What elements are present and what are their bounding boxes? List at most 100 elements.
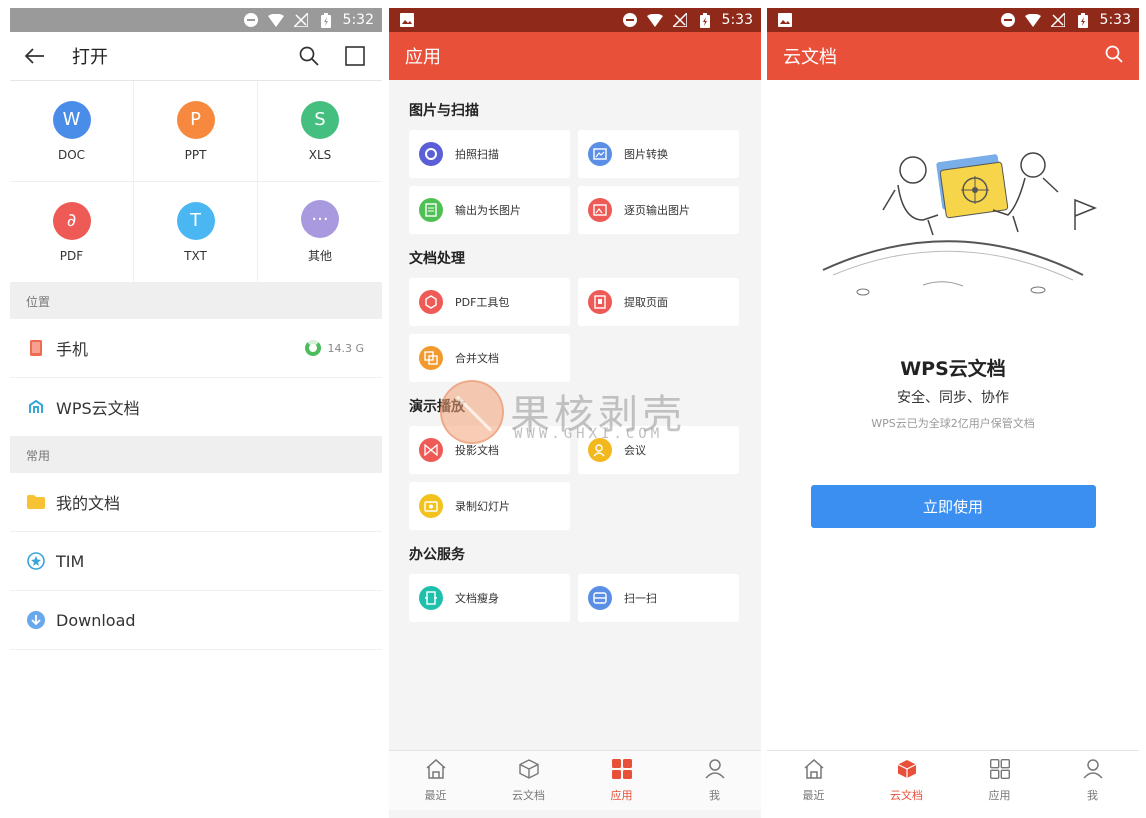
- nav-label: 云文档: [890, 788, 923, 802]
- app-extract-pages[interactable]: 提取页面: [578, 278, 739, 326]
- clock: 5:32: [342, 12, 374, 28]
- app-image-convert[interactable]: 图片转换: [578, 130, 739, 178]
- image-convert-icon: [588, 142, 612, 166]
- category-title: 文档处理: [409, 251, 465, 267]
- nav-label: 最近: [424, 788, 447, 802]
- app-label: PDF工具包: [455, 296, 510, 309]
- page-title: 打开: [72, 47, 108, 68]
- nav-label: 应用: [610, 788, 633, 802]
- nav-recent[interactable]: 最近: [767, 751, 860, 810]
- home-icon: [425, 758, 447, 783]
- app-scan-qr[interactable]: 扫一扫: [578, 574, 739, 622]
- app-label: 录制幻灯片: [455, 500, 510, 513]
- app-record-slides[interactable]: 录制幻灯片: [409, 482, 570, 530]
- app-project-doc[interactable]: 投影文档: [409, 426, 570, 474]
- app-export-page-images[interactable]: 逐页输出图片: [578, 186, 739, 234]
- file-type-label: TXT: [184, 248, 207, 263]
- search-icon[interactable]: [1105, 45, 1123, 68]
- app-bar: 云文档: [767, 32, 1139, 80]
- dnd-icon: [622, 12, 638, 28]
- common-label: 我的文档: [56, 494, 121, 513]
- common-label: TIM: [56, 551, 85, 571]
- meeting-icon: [588, 438, 612, 462]
- app-label: 投影文档: [455, 444, 499, 457]
- file-type-label: DOC: [57, 147, 86, 162]
- common-label: Download: [56, 610, 136, 630]
- category-image-scan: 图片与扫描 拍照扫描 图片转换 输出为长图片 逐页输出图片: [409, 80, 741, 234]
- merge-docs-icon: [419, 346, 443, 370]
- pdf-icon: ∂: [52, 201, 91, 240]
- image-notification-icon: [399, 12, 415, 28]
- category-title: 演示播放: [409, 399, 465, 415]
- clock: 5:33: [721, 12, 753, 28]
- clock: 5:33: [1099, 12, 1131, 28]
- app-label: 合并文档: [455, 352, 499, 365]
- start-using-button[interactable]: 立即使用: [810, 485, 1096, 528]
- image-notification-icon: [777, 12, 793, 28]
- status-bar: 5:32: [10, 8, 382, 32]
- phone-icon: [26, 338, 46, 358]
- battery-icon: [1075, 12, 1091, 28]
- file-type-doc[interactable]: W DOC: [10, 81, 134, 182]
- file-type-label: PPT: [184, 147, 207, 162]
- bottom-nav: 最近 云文档 应用 我: [767, 750, 1139, 810]
- nav-cloud-docs[interactable]: 云文档: [482, 751, 575, 810]
- nav-cloud-docs[interactable]: 云文档: [860, 751, 953, 810]
- app-label: 拍照扫描: [455, 148, 499, 161]
- app-export-long-image[interactable]: 输出为长图片: [409, 186, 570, 234]
- section-header-location: 位置: [10, 283, 382, 319]
- nav-apps[interactable]: 应用: [953, 751, 1046, 810]
- search-icon[interactable]: [298, 45, 320, 67]
- app-photo-scan[interactable]: 拍照扫描: [409, 130, 570, 178]
- file-type-label: PDF: [59, 248, 84, 263]
- file-type-grid: W DOC P PPT S XLS ∂ PDF T TXT ··· 其他: [10, 81, 382, 283]
- app-doc-slim[interactable]: 文档瘦身: [409, 574, 570, 622]
- txt-icon: T: [176, 201, 215, 240]
- cube-icon: [897, 759, 917, 783]
- apps-screen: 5:33 应用 图片与扫描 拍照扫描 图片转换 输出为长图片 逐页输出图片 文档…: [389, 8, 761, 818]
- person-icon: [1082, 758, 1103, 783]
- wifi-icon: [267, 12, 284, 28]
- file-type-ppt[interactable]: P PPT: [134, 81, 258, 182]
- nav-recent[interactable]: 最近: [389, 751, 482, 810]
- common-tim[interactable]: TIM: [10, 532, 382, 591]
- location-phone[interactable]: 手机 14.3 G: [10, 319, 382, 378]
- location-label: 手机: [56, 340, 89, 359]
- file-type-label: XLS: [308, 147, 332, 162]
- back-arrow-icon[interactable]: [24, 45, 46, 67]
- common-download[interactable]: Download: [10, 591, 382, 650]
- file-type-pdf[interactable]: ∂ PDF: [10, 182, 134, 283]
- file-type-other[interactable]: ··· 其他: [258, 182, 382, 283]
- pdf-toolkit-icon: [419, 290, 443, 314]
- nav-me[interactable]: 我: [668, 751, 761, 810]
- category-doc-processing: 文档处理 PDF工具包 提取页面 合并文档: [409, 234, 741, 382]
- app-label: 逐页输出图片: [624, 204, 690, 217]
- nav-label: 最近: [802, 788, 825, 802]
- person-icon: [704, 758, 725, 783]
- app-pdf-toolkit[interactable]: PDF工具包: [409, 278, 570, 326]
- doc-icon: W: [52, 100, 91, 139]
- long-image-icon: [419, 198, 443, 222]
- cloud-description: WPS云已为全球2亿用户保管文档: [871, 417, 1035, 430]
- select-mode-icon[interactable]: [344, 45, 366, 67]
- cloud-subtitle: 安全、同步、协作: [897, 390, 1009, 406]
- signal-icon: [293, 12, 309, 28]
- toolbar: 打开: [10, 32, 382, 81]
- storage-ring-icon: [305, 340, 322, 356]
- tim-icon: [26, 551, 46, 571]
- status-bar: 5:33: [767, 8, 1139, 32]
- common-my-documents[interactable]: 我的文档: [10, 473, 382, 532]
- app-label: 会议: [624, 444, 646, 457]
- home-icon: [803, 758, 825, 783]
- app-merge-docs[interactable]: 合并文档: [409, 334, 570, 382]
- cloud-docs-screen: 5:33 云文档 WPS云文档 安全、同步、协作 WPS云已为全球2亿用户保管文…: [767, 8, 1139, 818]
- cube-icon: [518, 758, 539, 783]
- file-type-xls[interactable]: S XLS: [258, 81, 382, 182]
- location-wps-cloud[interactable]: WPS云文档: [10, 378, 382, 437]
- scan-qr-icon: [588, 586, 612, 610]
- nav-me[interactable]: 我: [1046, 751, 1139, 810]
- wifi-icon: [646, 12, 663, 28]
- nav-apps[interactable]: 应用: [575, 751, 668, 810]
- file-type-txt[interactable]: T TXT: [134, 182, 258, 283]
- app-meeting[interactable]: 会议: [578, 426, 739, 474]
